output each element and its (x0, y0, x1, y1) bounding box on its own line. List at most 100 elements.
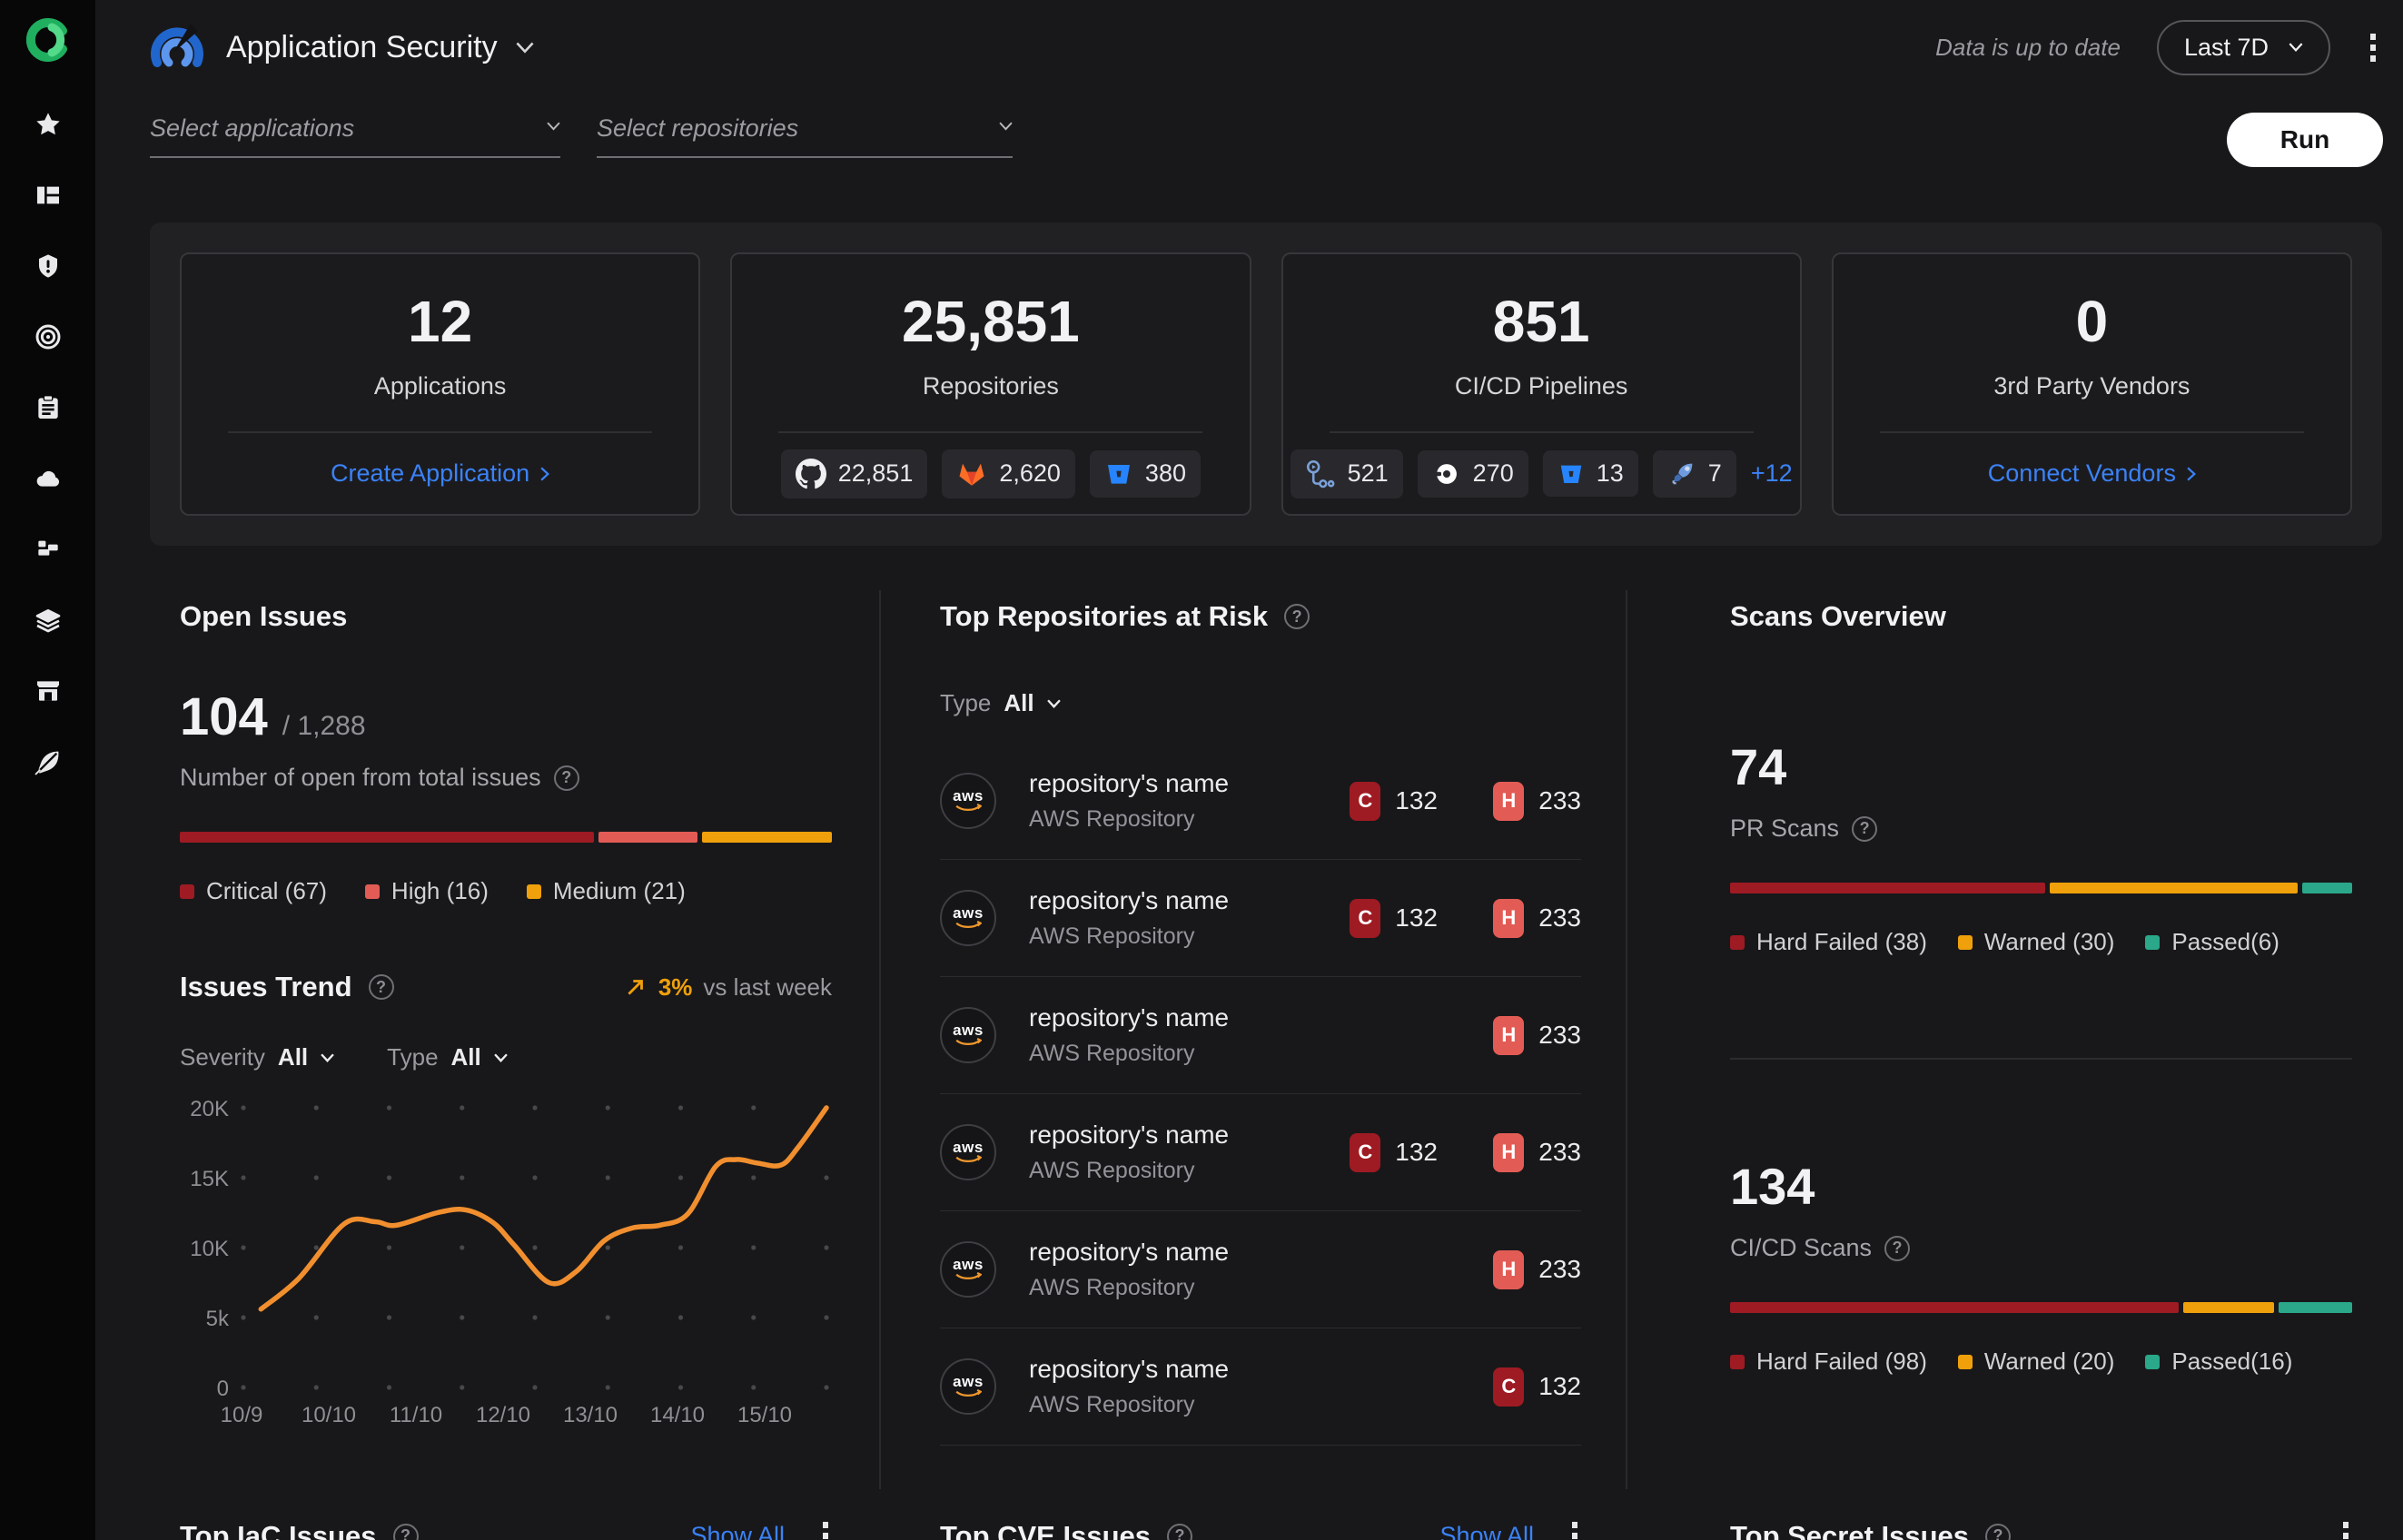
vendors-label: 3rd Party Vendors (1993, 372, 2190, 400)
help-icon[interactable] (1985, 1523, 2012, 1540)
repo-subtitle: AWS Repository (1029, 1275, 1195, 1300)
top-secret-issues-title: Top Secret Issues (1730, 1519, 1970, 1540)
open-issues-subtitle: Number of open from total issues (180, 764, 541, 791)
help-icon[interactable] (1852, 815, 1878, 842)
app-gauge-logo-icon (148, 21, 206, 74)
filter-bar: Select applications Select repositories … (150, 111, 2383, 174)
applications-card: 12 Applications Create Application (180, 252, 701, 516)
azure-pipelines-count: 7 (1707, 459, 1722, 487)
help-icon[interactable] (553, 765, 579, 791)
shield-alert-icon[interactable] (33, 251, 64, 281)
repo-subtitle: AWS Repository (1029, 1041, 1195, 1066)
trend-delta: 3% (658, 972, 693, 1001)
select-applications-dropdown[interactable]: Select applications (150, 111, 560, 158)
severity-badge: C (1350, 898, 1381, 938)
severity-badge: H (1493, 898, 1525, 938)
severity-count: 132 (1538, 1372, 1581, 1400)
github-actions-count: 521 (1347, 459, 1389, 487)
arrow-up-right-icon (628, 980, 643, 995)
company-logo-icon[interactable] (25, 18, 70, 62)
type-filter-dropdown[interactable]: Type All (387, 1043, 508, 1071)
create-application-link[interactable]: Create Application (331, 459, 550, 488)
repository-row[interactable]: aws repository's name AWS Repository C 13… (940, 743, 1581, 860)
connect-vendors-link[interactable]: Connect Vendors (1988, 459, 2196, 488)
aws-smile-icon (955, 1389, 982, 1397)
chevron-down-icon (999, 122, 1013, 131)
severity-badge: H (1493, 1015, 1525, 1055)
storefront-icon[interactable] (33, 676, 64, 706)
aws-smile-icon (955, 804, 982, 811)
aws-smile-icon (955, 1038, 982, 1045)
help-icon[interactable] (1884, 1235, 1911, 1261)
aws-avatar: aws (940, 1007, 996, 1063)
applications-count: 12 (408, 289, 473, 354)
layers-icon[interactable] (33, 605, 64, 636)
gitlab-icon (959, 463, 984, 486)
cloud-icon[interactable] (33, 463, 64, 494)
bitbucket-icon (1107, 464, 1130, 484)
clipboard-icon[interactable] (33, 392, 64, 423)
cicd-scans-label: CI/CD Scans (1730, 1234, 1873, 1261)
time-range-dropdown[interactable]: Last 7D (2156, 19, 2330, 75)
help-icon[interactable] (1284, 604, 1310, 629)
top-repositories-title: Top Repositories at Risk (940, 600, 1269, 632)
repository-row[interactable]: aws repository's name AWS Repository C 13… (940, 1328, 1581, 1446)
star-icon[interactable] (33, 109, 64, 140)
severity-badge-group: H 233 (1465, 1015, 1581, 1055)
section-kebab-menu[interactable] (1568, 1518, 1581, 1540)
bitbucket-repo-count: 380 (1144, 459, 1186, 487)
section-kebab-menu[interactable] (2339, 1518, 2352, 1540)
open-issues-severity-bar (180, 832, 832, 843)
column-divider (1626, 590, 1627, 1489)
repo-type-filter-dropdown[interactable]: Type All (940, 689, 1061, 717)
chevron-down-icon (2289, 43, 2303, 52)
aws-avatar: aws (940, 1358, 996, 1415)
legend-item: Hard Failed (38) (1730, 928, 1927, 956)
blocks-icon[interactable] (33, 534, 64, 565)
pr-scans-label: PR Scans (1730, 814, 1840, 842)
show-all-link[interactable]: Show All (690, 1522, 785, 1540)
aws-logo-text: aws (953, 904, 984, 922)
title-chevron-down-icon[interactable] (516, 42, 534, 54)
select-repositories-dropdown[interactable]: Select repositories (597, 111, 1013, 158)
svg-text:15/10: 15/10 (737, 1403, 792, 1427)
severity-filter-dropdown[interactable]: Severity All (180, 1043, 334, 1071)
section-kebab-menu[interactable] (819, 1518, 832, 1540)
circleci-icon (1433, 463, 1457, 484)
help-icon[interactable] (368, 974, 394, 1000)
target-icon[interactable] (33, 321, 64, 352)
repository-row[interactable]: aws repository's name AWS Repository H 23… (940, 977, 1581, 1094)
gitlab-repos-chip: 2,620 (942, 449, 1075, 499)
severity-badge: H (1493, 1249, 1525, 1289)
pr-scans-count: 74 (1730, 738, 1787, 795)
run-button[interactable]: Run (2227, 113, 2383, 167)
show-all-link[interactable]: Show All (1439, 1522, 1534, 1540)
repo-name: repository's name (1029, 1003, 1230, 1032)
top-iac-issues-section: Top IaC Issues Show All (180, 1518, 832, 1540)
help-icon[interactable] (392, 1523, 419, 1540)
scans-overview-title: Scans Overview (1730, 600, 1946, 632)
aws-avatar: aws (940, 1241, 996, 1298)
legend-item: High (16) (364, 877, 489, 905)
more-pipelines-link[interactable]: +12 (1751, 459, 1793, 488)
chevron-right-icon (540, 467, 550, 480)
aws-avatar: aws (940, 890, 996, 946)
repository-row[interactable]: aws repository's name AWS Repository H 23… (940, 1211, 1581, 1328)
repo-subtitle: AWS Repository (1029, 1158, 1195, 1183)
cicd-scans-bar (1730, 1302, 2352, 1313)
dashboard-icon[interactable] (33, 180, 64, 211)
repositories-card: 25,851 Repositories 22,851 2,620 380 (730, 252, 1251, 516)
bar-segment (2302, 883, 2353, 893)
repository-row[interactable]: aws repository's name AWS Repository C 13… (940, 1094, 1581, 1211)
severity-badge-group: C 132 (1321, 898, 1438, 938)
help-icon[interactable] (1167, 1523, 1192, 1540)
repo-type-filter-label: Type (940, 689, 992, 716)
header-kebab-menu[interactable] (2367, 30, 2379, 65)
select-applications-placeholder: Select applications (150, 114, 355, 142)
repository-row[interactable]: aws repository's name AWS Repository C 13… (940, 860, 1581, 977)
repo-name: repository's name (1029, 1355, 1230, 1383)
legend-item: Warned (30) (1957, 928, 2114, 956)
github-actions-icon (1306, 459, 1335, 488)
feather-icon[interactable] (33, 746, 64, 777)
issues-trend-line-chart: 20K 15K 10K 5k 010/9 10/10 11/10 12/10 13/10 14/1… (190, 1097, 829, 1427)
